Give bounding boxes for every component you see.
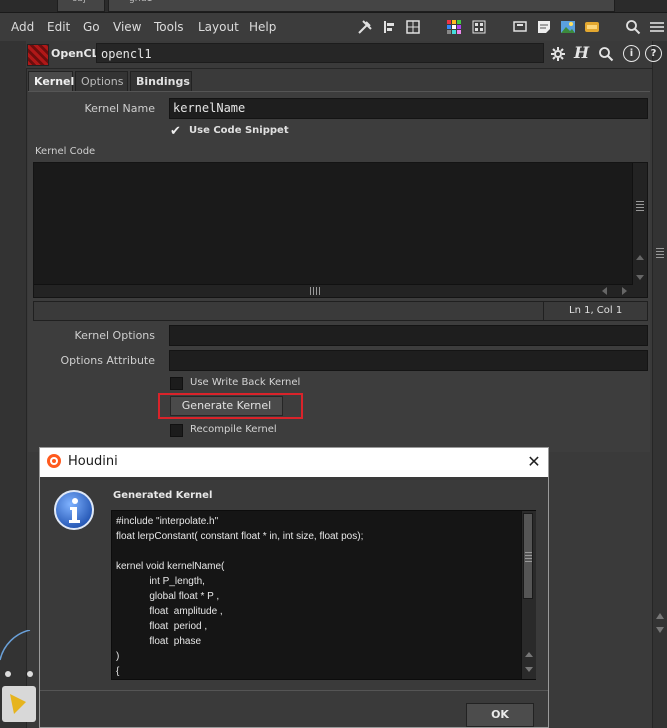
generated-kernel-text[interactable]: #include "interpolate.h" float lerpConst… [111, 510, 536, 680]
dialog-scroll-down-icon[interactable] [525, 667, 533, 672]
options-attribute-field[interactable] [169, 350, 648, 371]
info-icon-glyph: i [629, 48, 634, 59]
path-tab-strip: obj grid1 [0, 0, 667, 13]
sticky-note-icon[interactable] [536, 19, 552, 35]
tab-obj[interactable]: obj [57, 0, 105, 12]
menu-add[interactable]: Add [11, 20, 34, 34]
network-node-fragment-icon [0, 630, 36, 722]
info-large-icon [54, 490, 94, 530]
kernel-code-label: Kernel Code [35, 146, 96, 157]
cursor-position: Ln 1, Col 1 [569, 305, 623, 316]
network-box-icon[interactable] [584, 19, 600, 35]
scroll-down-icon[interactable] [656, 627, 664, 633]
help-icon-glyph: ? [650, 48, 657, 59]
generate-kernel-button[interactable]: Generate Kernel [170, 396, 283, 416]
tab-grid1-label: grid1 [129, 0, 152, 4]
generated-kernel-code: #include "interpolate.h" float lerpConst… [116, 516, 364, 677]
write-back-label: Use Write Back Kernel [190, 377, 301, 388]
tab-kernel[interactable]: Kernel [28, 71, 75, 91]
dialog-title: Houdini [68, 454, 118, 469]
use-snippet-checkbox[interactable]: ✔ [170, 125, 183, 138]
menu-tools[interactable]: Tools [154, 20, 184, 34]
code-hscrollbar[interactable] [34, 284, 633, 297]
layout-icon[interactable] [405, 19, 421, 35]
houdini-help-icon[interactable]: H [574, 43, 589, 62]
pane-menu-icon[interactable] [648, 19, 664, 35]
tab-options[interactable]: Options [75, 71, 128, 91]
houdini-logo-icon [47, 454, 61, 468]
node-name-field[interactable]: opencl1 [96, 43, 544, 63]
menu-go[interactable]: Go [83, 20, 100, 34]
menu-view[interactable]: View [113, 20, 141, 34]
tools-icon[interactable] [357, 19, 373, 35]
display-icon[interactable] [512, 19, 528, 35]
code-scroll-right-icon[interactable] [622, 287, 627, 295]
tab-kernel-label: Kernel [34, 75, 75, 88]
dialog-heading: Generated Kernel [113, 490, 213, 501]
menu-layout[interactable]: Layout [198, 20, 239, 34]
tab-grid1[interactable]: grid1 [108, 0, 615, 12]
left-gutter [0, 41, 27, 728]
kernel-code-editor[interactable] [33, 162, 648, 298]
recompile-checkbox[interactable] [170, 424, 183, 437]
color-palette-icon[interactable] [446, 19, 462, 35]
code-vscrollbar[interactable] [632, 163, 647, 297]
kernel-name-field[interactable]: kernelName [169, 98, 648, 119]
editor-status-bar: Ln 1, Col 1 [33, 301, 648, 321]
gear-icon[interactable] [550, 46, 566, 62]
ok-button[interactable]: OK [466, 703, 534, 727]
opencl-node-icon [27, 44, 49, 66]
parameter-scrollbar[interactable] [652, 41, 667, 728]
code-scroll-down-icon[interactable] [636, 275, 644, 280]
code-scroll-up-icon[interactable] [636, 255, 644, 260]
options-attribute-label: Options Attribute [60, 354, 155, 367]
kernel-name-label: Kernel Name [84, 102, 155, 115]
tab-obj-label: obj [72, 0, 86, 4]
help-icon[interactable]: ? [645, 45, 662, 62]
code-scroll-left-icon[interactable] [602, 287, 607, 295]
code-vscroll-grip-icon[interactable] [636, 199, 644, 211]
close-icon[interactable]: ✕ [524, 452, 544, 472]
tab-bindings-label: Bindings [136, 75, 190, 88]
scroll-up-icon[interactable] [656, 613, 664, 619]
thumb-grip-icon[interactable] [525, 550, 532, 562]
kernel-options-field[interactable] [169, 325, 648, 346]
dialog-footer-divider [40, 690, 548, 691]
code-hscroll-grip-icon[interactable] [310, 287, 322, 295]
kernel-options-label: Kernel Options [74, 329, 156, 342]
use-snippet-label: Use Code Snippet [189, 125, 289, 136]
write-back-checkbox[interactable] [170, 377, 183, 390]
tab-bindings[interactable]: Bindings [130, 71, 192, 91]
tab-options-label: Options [81, 75, 124, 88]
info-icon[interactable]: i [623, 45, 640, 62]
node-type-label: OpenCL [51, 47, 99, 60]
menu-edit[interactable]: Edit [47, 20, 70, 34]
align-icon[interactable] [381, 19, 397, 35]
generated-kernel-scrollbar[interactable] [521, 511, 536, 679]
dialog-scroll-up-icon[interactable] [525, 652, 533, 657]
menu-bar: Add Edit Go View Tools Layout Help [0, 13, 667, 42]
list-view-icon[interactable] [471, 19, 487, 35]
status-divider [543, 302, 544, 320]
menu-help[interactable]: Help [249, 20, 276, 34]
scroll-grip-icon[interactable] [656, 246, 664, 258]
search-icon[interactable] [625, 19, 641, 35]
image-icon[interactable] [560, 19, 576, 35]
recompile-label: Recompile Kernel [190, 424, 277, 435]
zoom-icon[interactable] [598, 46, 614, 62]
